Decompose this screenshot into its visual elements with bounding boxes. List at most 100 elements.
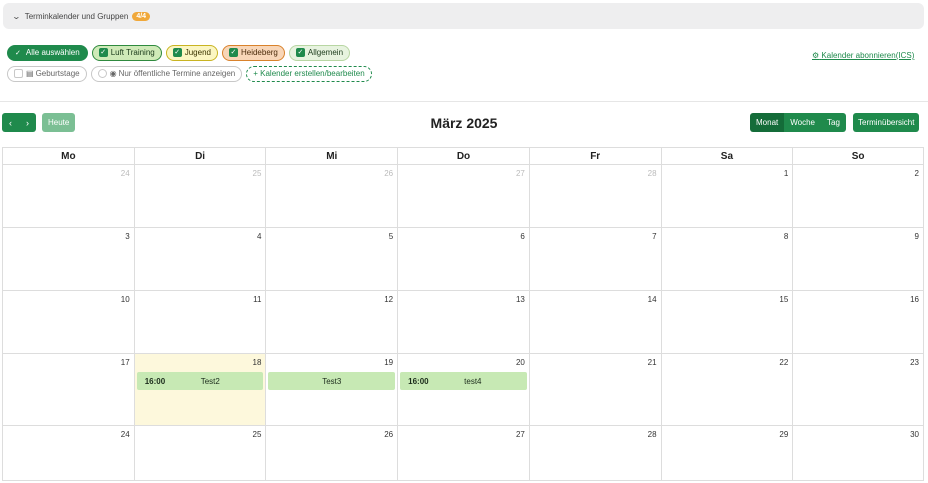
- day-cell[interactable]: 1: [660, 165, 793, 227]
- calendar-weeks: 24 25 26 27 28 1 2 3 4 5 6 7 8 9 10 11 12 13 14 15 16 17 18 16:…: [2, 165, 924, 481]
- calendar-toggle-luft-training[interactable]: ✓ Luft Training: [91, 44, 162, 61]
- chevron-left-icon: ‹: [9, 117, 12, 128]
- day-cell[interactable]: 2: [792, 165, 924, 227]
- day-cell[interactable]: 6: [397, 228, 529, 290]
- day-cell[interactable]: 7: [528, 228, 661, 290]
- calendar-week-row: 3 4 5 6 7 8 9: [2, 228, 924, 291]
- day-cell[interactable]: 24: [2, 426, 134, 480]
- checkbox-checked-icon: ✓: [98, 48, 108, 57]
- cake-icon: ▤: [26, 69, 34, 78]
- select-all-label: Alle auswählen: [25, 48, 80, 57]
- calendar-toggle-heideberg[interactable]: ✓ Heideberg: [221, 44, 285, 61]
- weekday-label: So: [792, 148, 924, 165]
- day-number: 23: [910, 358, 919, 367]
- day-cell[interactable]: 5: [265, 228, 397, 290]
- day-cell[interactable]: 4: [133, 228, 266, 290]
- day-number: 27: [515, 169, 525, 178]
- day-cell[interactable]: 20 16:00 test4: [397, 354, 529, 425]
- day-number: 4: [256, 232, 262, 241]
- event-time: 16:00: [408, 376, 429, 386]
- day-cell[interactable]: 27: [397, 165, 529, 227]
- day-cell[interactable]: 21: [528, 354, 661, 425]
- globe-icon: ◉: [109, 69, 117, 78]
- weekday-label: Di: [133, 148, 266, 165]
- event-title: Test2: [200, 376, 220, 386]
- birthdays-label: Geburtstage: [35, 69, 80, 78]
- divider: [0, 101, 928, 102]
- next-month-button[interactable]: ›: [19, 113, 36, 132]
- weekday-label: Mi: [265, 148, 397, 165]
- day-cell[interactable]: 26: [265, 426, 397, 480]
- view-week-button[interactable]: Woche: [784, 113, 821, 132]
- calendar-event[interactable]: Test3: [268, 372, 396, 390]
- day-number: 2: [914, 169, 919, 178]
- day-number: 13: [515, 295, 525, 304]
- checkbox-empty-icon: [97, 69, 107, 78]
- calendar-week-row: 10 11 12 13 14 15 16: [2, 291, 924, 354]
- select-all-button[interactable]: ✓ Alle auswählen: [7, 44, 88, 61]
- day-cell[interactable]: 28: [528, 165, 661, 227]
- day-cell[interactable]: 23: [792, 354, 924, 425]
- day-number: 3: [125, 232, 130, 241]
- calendar-event[interactable]: 16:00 Test2: [136, 372, 264, 390]
- day-cell[interactable]: 12: [265, 291, 397, 353]
- day-cell[interactable]: 29: [660, 426, 793, 480]
- day-number: 15: [779, 295, 789, 304]
- calendar-event[interactable]: 16:00 test4: [400, 372, 527, 390]
- checkbox-checked-icon: ✓: [228, 48, 238, 57]
- day-number: 10: [120, 295, 130, 304]
- day-cell[interactable]: 13: [397, 291, 529, 353]
- calendar-week-row: 24 25 26 27 28 29 30: [2, 426, 924, 481]
- public-only-label: Nur öffentliche Termine anzeigen: [118, 69, 236, 78]
- day-cell[interactable]: 27: [397, 426, 529, 480]
- calendar-toggle-allgemein[interactable]: ✓ Allgemein: [288, 44, 351, 61]
- day-number: 8: [783, 232, 789, 241]
- public-only-toggle[interactable]: ◉ Nur öffentliche Termine anzeigen: [90, 65, 243, 82]
- day-cell[interactable]: 25: [133, 165, 266, 227]
- day-cell[interactable]: 26: [265, 165, 397, 227]
- day-number: 27: [515, 430, 525, 439]
- view-day-button[interactable]: Tag: [821, 113, 846, 132]
- day-cell[interactable]: 22: [660, 354, 793, 425]
- day-cell[interactable]: 19 Test3: [265, 354, 397, 425]
- day-number: 28: [647, 169, 657, 178]
- day-cell[interactable]: 3: [2, 228, 134, 290]
- calendar-label: Allgemein: [307, 48, 344, 57]
- day-cell[interactable]: 14: [528, 291, 661, 353]
- view-month-button[interactable]: Monat: [750, 113, 785, 132]
- day-number: 29: [779, 430, 789, 439]
- calendar-groups-accordion[interactable]: ⌄ Terminkalender und Gruppen 4/4: [3, 3, 924, 29]
- birthdays-toggle[interactable]: ▤ Geburtstage: [7, 65, 87, 82]
- month-calendar: Mo Di Mi Do Fr Sa So 24 25 26 27 28 1 2 3 4 5 6 7 8 9…: [2, 147, 924, 481]
- subscribe-ics-link[interactable]: ⚙ Kalender abonnieren(ICS): [812, 51, 914, 60]
- day-number: 20: [515, 358, 525, 367]
- day-cell[interactable]: 24: [2, 165, 134, 227]
- day-number: 9: [914, 232, 919, 241]
- calendar-label: Jugend: [184, 48, 211, 57]
- day-number: 19: [384, 358, 394, 367]
- day-cell[interactable]: 17: [2, 354, 134, 425]
- day-cell[interactable]: 16: [792, 291, 924, 353]
- day-number: 18: [252, 358, 262, 367]
- previous-month-button[interactable]: ‹: [2, 113, 19, 132]
- today-button[interactable]: Heute: [42, 113, 76, 132]
- day-cell[interactable]: 8: [660, 228, 793, 290]
- day-number: 28: [647, 430, 657, 439]
- day-cell-today[interactable]: 18 16:00 Test2: [133, 354, 266, 425]
- day-number: 21: [647, 358, 657, 367]
- day-cell[interactable]: 30: [792, 426, 924, 480]
- day-cell[interactable]: 25: [133, 426, 266, 480]
- day-cell[interactable]: 10: [2, 291, 134, 353]
- event-overview-button[interactable]: Terminübersicht: [853, 113, 920, 132]
- event-title: test4: [464, 376, 482, 386]
- day-number: 7: [652, 232, 657, 241]
- add-calendar-button[interactable]: + Kalender erstellen/bearbeiten: [246, 65, 372, 82]
- day-cell[interactable]: 9: [792, 228, 924, 290]
- count-badge: 4/4: [132, 11, 151, 21]
- day-cell[interactable]: 15: [660, 291, 793, 353]
- day-number: 6: [520, 232, 525, 241]
- calendar-toggle-jugend[interactable]: ✓ Jugend: [165, 44, 218, 61]
- day-cell[interactable]: 11: [133, 291, 266, 353]
- day-cell[interactable]: 28: [528, 426, 661, 480]
- checkbox-checked-icon: ✓: [295, 48, 305, 57]
